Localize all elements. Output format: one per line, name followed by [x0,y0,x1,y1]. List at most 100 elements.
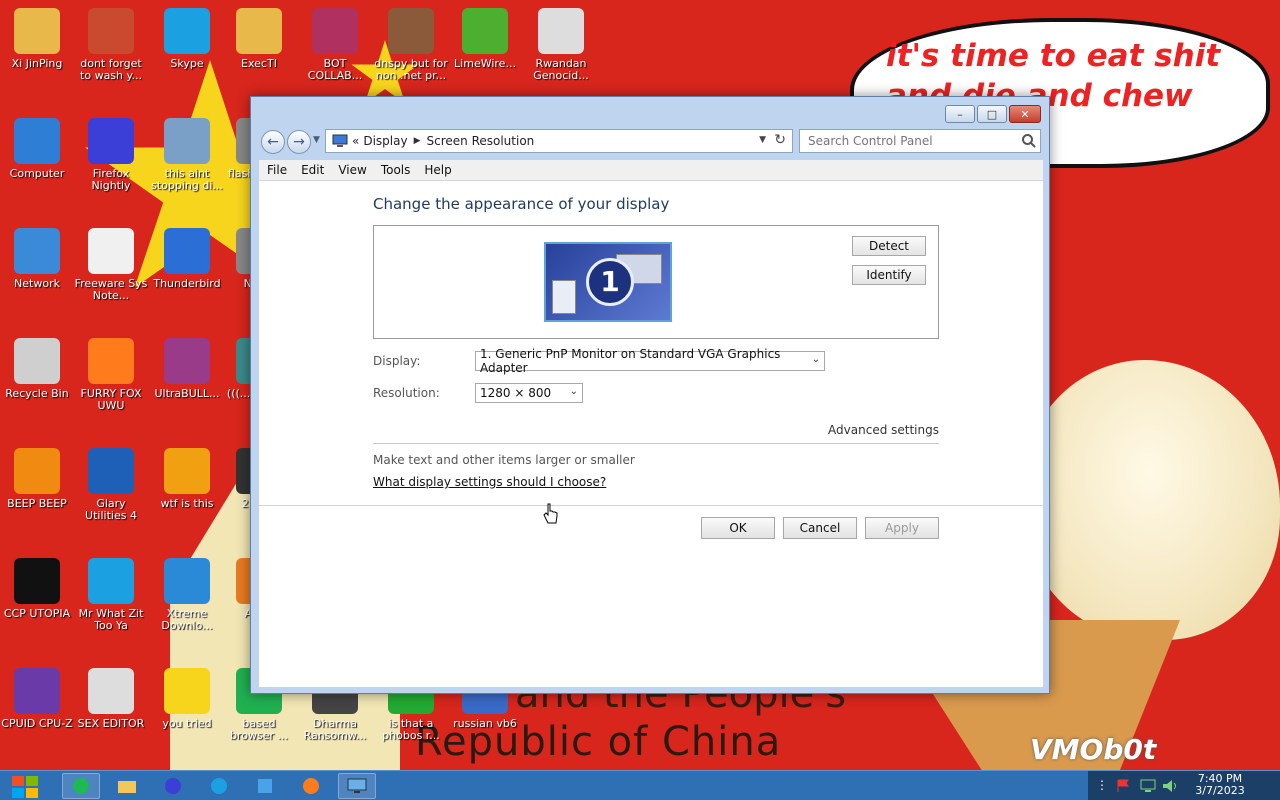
menu-edit[interactable]: Edit [301,163,324,177]
make-text-larger-link[interactable]: Make text and other items larger or smal… [373,453,635,467]
firefox-taskbar-icon[interactable] [292,773,330,799]
app-taskbar-icon[interactable] [246,773,284,799]
back-button[interactable]: ← [261,130,285,154]
clock[interactable]: 7:40 PM 3/7/2023 [1190,773,1250,797]
desktop-icon[interactable]: Xi JinPing [0,8,74,70]
desktop-icon[interactable]: ExecTI [222,8,296,70]
desktop-icon[interactable]: you tried [150,668,224,730]
skype-taskbar-icon[interactable] [200,773,238,799]
overflow-icon[interactable]: ⋮ [1096,778,1108,792]
desktop-icon-label: FURRY FOX UWU [80,387,142,412]
desktop-icon-label: based browser ... [230,717,288,742]
detect-button[interactable]: Detect [852,236,926,256]
close-button[interactable]: ✕ [1009,105,1041,123]
desktop-icon[interactable]: Freeware Sys Note... [74,228,148,302]
display-label: Display: [373,354,421,368]
desktop-icon-label: Freeware Sys Note... [74,277,148,302]
windows-start-icon[interactable] [8,775,44,799]
forward-button[interactable]: → [287,130,311,154]
desktop-icon-label: Xtreme Downlo... [161,607,213,632]
firefox-nightly-taskbar-icon[interactable] [154,773,192,799]
refresh-icon[interactable]: ↻ [774,132,786,148]
network-tray-icon[interactable] [1140,779,1156,793]
desktop-icon[interactable]: dnspy but for non .net pr... [374,8,448,82]
display-settings-help-link[interactable]: What display settings should I choose? [373,475,606,489]
disc-icon [164,338,210,384]
breadcrumb-separator-icon[interactable]: ▶ [414,136,421,146]
desktop-icon-label: BEEP BEEP [7,497,67,510]
folder-icon [236,8,282,54]
advanced-settings-link[interactable]: Advanced settings [828,423,939,437]
desktop-icon[interactable]: wtf is this [150,448,224,510]
desktop-icon[interactable]: BEEP BEEP [0,448,74,510]
star-icon [164,668,210,714]
address-bar[interactable]: « Display ▶ Screen Resolution ▼ ↻ [325,129,793,153]
action-center-flag-icon[interactable] [1116,779,1132,793]
menu-help[interactable]: Help [424,163,451,177]
desktop-icon[interactable]: Thunderbird [150,228,224,290]
spotify-taskbar-icon[interactable] [62,773,100,799]
desktop-icon-label: Mr What Zit Too Ya [78,607,144,632]
menu-file[interactable]: File [267,163,287,177]
apply-button[interactable]: Apply [865,517,939,539]
desktop-icon-label: dnspy but for non .net pr... [374,57,448,82]
desktop-icon-label: Firefox Nightly [91,167,131,192]
monitor-1-thumbnail[interactable]: 1 [544,242,672,322]
minimize-button[interactable]: – [945,105,975,123]
desktop-icon[interactable]: Skype [150,8,224,70]
desktop-icon[interactable]: BOT COLLAB... [298,8,372,82]
resolution-label: Resolution: [373,386,440,400]
menu-tools[interactable]: Tools [381,163,411,177]
desktop-icon[interactable]: Mr What Zit Too Ya [74,558,148,632]
desktop-icon[interactable]: Xtreme Downlo... [150,558,224,632]
cancel-button[interactable]: Cancel [783,517,857,539]
breadcrumb-display[interactable]: Display [363,134,407,148]
desktop-icon[interactable]: CPUID CPU-Z [0,668,74,730]
glary-icon [88,448,134,494]
divider [259,505,1043,506]
desktop-icon[interactable]: Recycle Bin [0,338,74,400]
desktop-icon[interactable]: CCP UTOPIA [0,558,74,620]
identify-button[interactable]: Identify [852,265,926,285]
desktop-icon-label: is that a phobos r... [382,717,440,742]
vlc-icon [14,448,60,494]
desktop-icon-label: CCP UTOPIA [3,607,71,620]
page-title: Change the appearance of your display [373,195,670,213]
ok-button[interactable]: OK [701,517,775,539]
desktop-icon[interactable]: SEX EDITOR [74,668,148,730]
maximize-button[interactable]: □ [977,105,1007,123]
desktop-icon[interactable]: UltraBULL... [150,338,224,400]
desktop-icon-label: Xi JinPing [11,57,63,70]
computer-icon [14,118,60,164]
menu-view[interactable]: View [338,163,366,177]
desktop-icon-label: wtf is this [160,497,214,510]
skype-icon [88,558,134,604]
display-select-value: 1. Generic PnP Monitor on Standard VGA G… [480,347,781,375]
control-panel-taskbar-icon[interactable] [338,773,376,799]
desktop-icon[interactable]: this aint stopping di... [150,118,224,192]
search-icon [164,118,210,164]
desktop-icon[interactable]: Rwandan Genocid... [524,8,598,82]
search-icon[interactable] [1021,133,1037,149]
breadcrumb-screen-resolution[interactable]: Screen Resolution [427,134,535,148]
content-pane: Change the appearance of your display 1 … [259,181,1043,687]
display-select[interactable]: 1. Generic PnP Monitor on Standard VGA G… [475,347,825,375]
desktop-icon[interactable]: Firefox Nightly [74,118,148,192]
resolution-select[interactable]: 1280 × 800 ⌄ [475,383,583,403]
file-explorer-taskbar-icon[interactable] [108,773,146,799]
search-input[interactable] [799,129,1041,153]
desktop-icon-label: ExecTI [241,57,277,70]
desktop-icon[interactable]: Computer [0,118,74,180]
desktop-icon[interactable]: Glary Utilities 4 [74,448,148,522]
desktop-icon-label: Dharma Ransomw... [303,717,367,742]
desktop-icon[interactable]: FURRY FOX UWU [74,338,148,412]
desktop-icon-label: SEX EDITOR [77,717,145,730]
desktop-icon[interactable]: dont forget to wash y... [74,8,148,82]
desktop-icon[interactable]: Network [0,228,74,290]
document-icon [88,228,134,274]
volume-icon[interactable] [1162,779,1180,793]
recent-pages-icon[interactable]: ▼ [313,135,320,145]
address-dropdown-icon[interactable]: ▼ [759,135,766,145]
desktop-icon[interactable]: LimeWire... [448,8,522,70]
folder-icon [14,8,60,54]
